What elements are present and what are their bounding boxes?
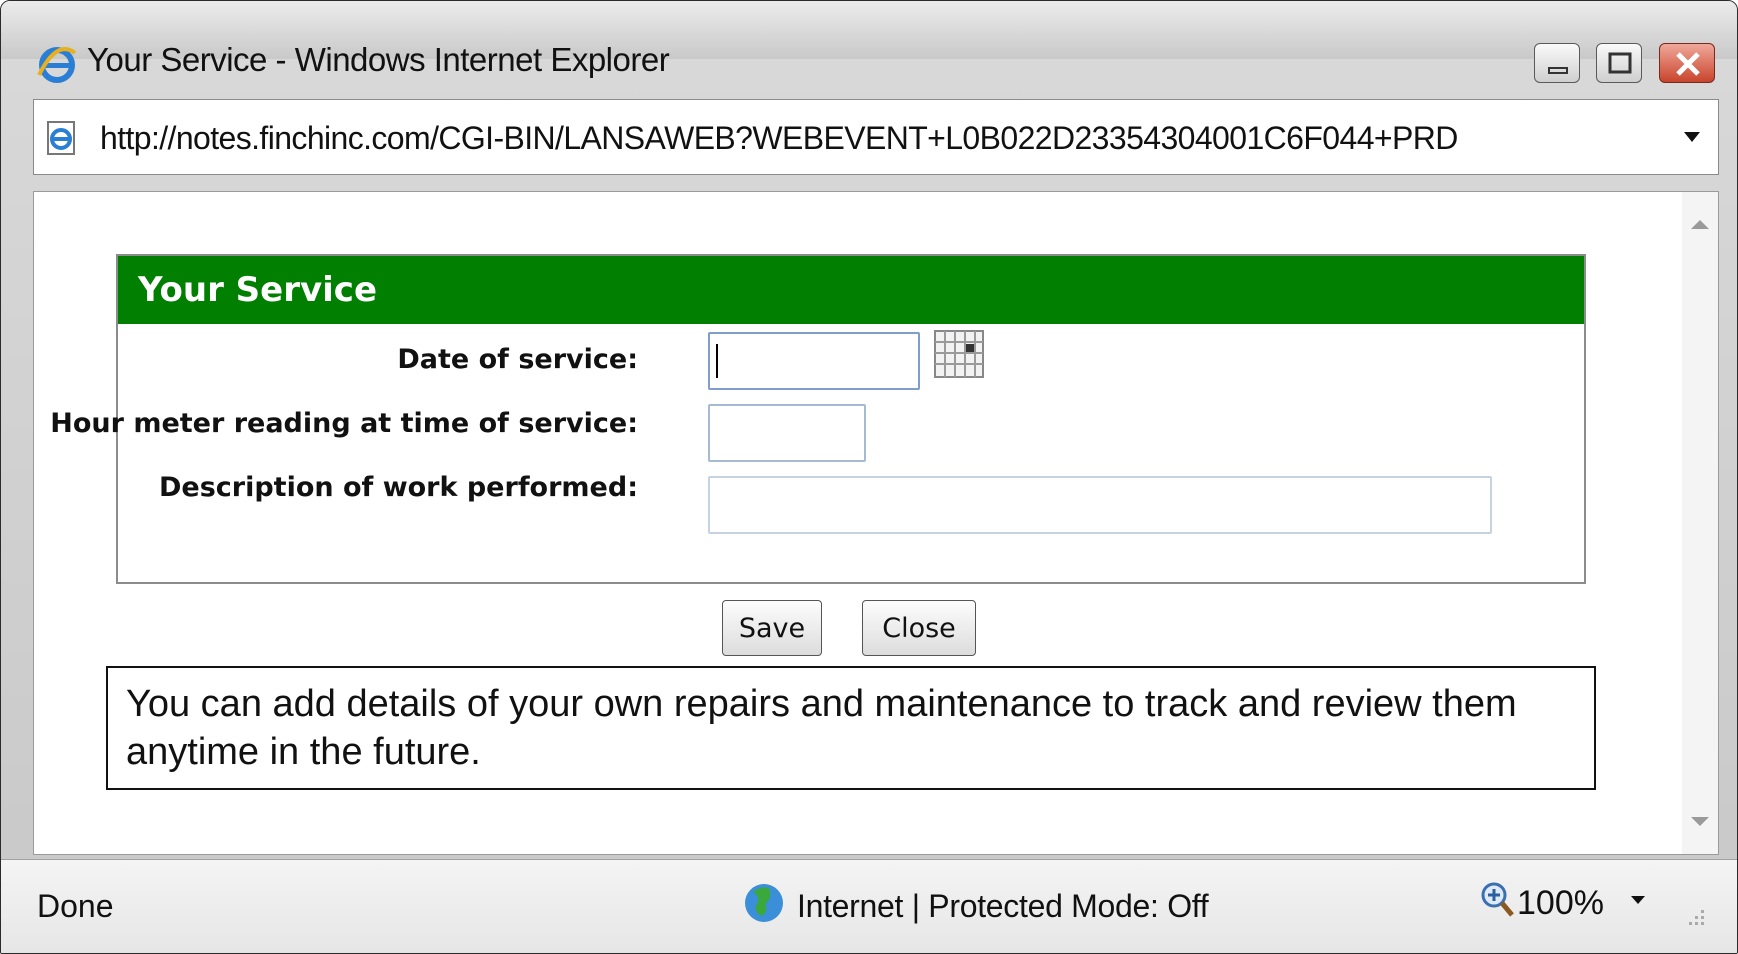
date-label: Date of service: xyxy=(397,344,638,375)
service-form: Your Service Date of service: Hour meter… xyxy=(50,254,1586,584)
scroll-up-icon[interactable] xyxy=(1691,220,1709,229)
resize-grip-icon[interactable] xyxy=(1683,904,1707,928)
url-text: http://notes.finchinc.com/CGI-BIN/LANSAW… xyxy=(100,120,1458,156)
calendar-icon[interactable] xyxy=(934,330,984,378)
description-label: Description of work performed: xyxy=(158,472,638,503)
status-text: Done xyxy=(37,888,114,924)
ie-icon xyxy=(37,47,77,83)
hour-meter-input[interactable] xyxy=(708,404,866,462)
address-dropdown-icon[interactable] xyxy=(1682,130,1702,144)
hour-meter-label: Hour meter reading at time of service: xyxy=(50,408,638,439)
browser-window: Your Service - Windows Internet Explorer… xyxy=(0,0,1738,954)
text-caret xyxy=(716,344,718,378)
info-callout: You can add details of your own repairs … xyxy=(106,666,1596,790)
form-title: Your Service xyxy=(138,270,378,310)
close-button[interactable]: Close xyxy=(862,600,976,656)
window-title: Your Service - Windows Internet Explorer xyxy=(87,41,670,78)
zoom-icon[interactable] xyxy=(1479,880,1515,920)
vertical-scrollbar[interactable] xyxy=(1682,192,1718,854)
page-icon xyxy=(47,121,75,155)
zoom-dropdown-icon[interactable] xyxy=(1629,894,1647,906)
form-header: Your Service xyxy=(118,256,1584,324)
page-content: Your Service Date of service: Hour meter… xyxy=(33,191,1719,855)
close-icon xyxy=(1676,52,1700,76)
maximize-button[interactable] xyxy=(1596,43,1642,83)
title-bar[interactable]: Your Service - Windows Internet Explorer xyxy=(1,1,1737,83)
date-of-service-input[interactable] xyxy=(708,332,920,390)
minimize-icon xyxy=(1548,67,1568,74)
security-zone[interactable]: Internet | Protected Mode: Off xyxy=(797,888,1209,925)
maximize-icon xyxy=(1608,52,1632,74)
scroll-down-icon[interactable] xyxy=(1691,817,1709,826)
save-button[interactable]: Save xyxy=(722,600,822,656)
globe-icon xyxy=(745,884,783,922)
description-input[interactable] xyxy=(708,476,1492,534)
minimize-button[interactable] xyxy=(1534,43,1580,83)
zoom-level[interactable]: 100% xyxy=(1517,884,1604,923)
address-bar[interactable]: http://notes.finchinc.com/CGI-BIN/LANSAW… xyxy=(33,99,1719,175)
status-bar: Done Internet | Protected Mode: Off 100% xyxy=(1,859,1737,953)
close-window-button[interactable] xyxy=(1659,43,1715,83)
